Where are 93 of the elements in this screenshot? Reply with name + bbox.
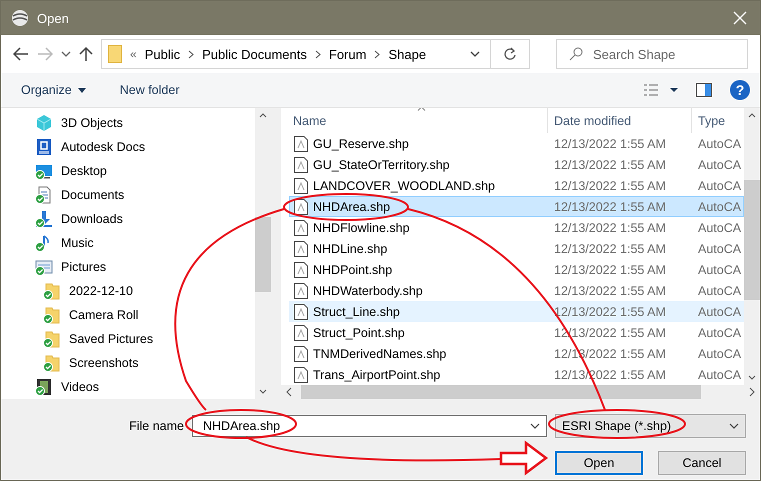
date-cell-text: 12/13/2022 1:55 AM [553, 242, 667, 256]
type-cell-text: AutoCA [697, 304, 742, 318]
sidebar-item[interactable]: 3D Objects [61, 116, 123, 130]
scroll-right-icon[interactable] [748, 387, 756, 397]
file-name[interactable]: NHDLine.shp [313, 242, 388, 256]
help-button[interactable]: ? [730, 80, 750, 100]
file-name[interactable]: LANDCOVER_WOODLAND.shp [313, 178, 495, 192]
overflow-chevron[interactable]: « [130, 47, 137, 61]
type-cell-text: AutoCA [697, 368, 742, 382]
breadcrumb-item[interactable]: Shape [388, 46, 426, 62]
file-icon [294, 136, 308, 152]
search-field[interactable]: Search Shape [556, 39, 748, 69]
file-name[interactable]: NHDFlowline.shp [313, 220, 410, 234]
chevron-right-icon [374, 50, 380, 58]
date-cell-text: 12/13/2022 1:55 AM [553, 158, 667, 172]
type-cell-text: AutoCA [697, 200, 742, 214]
type-cell-text: AutoCA [697, 284, 742, 298]
file-name[interactable]: NHDWaterbody.shp [313, 284, 423, 298]
date-cell-text: 12/13/2022 1:55 AM [553, 200, 667, 214]
file-icon [294, 240, 308, 256]
scrollbar[interactable] [744, 108, 760, 385]
file-icon [294, 346, 308, 362]
chevron-right-icon [314, 50, 321, 58]
horizontal-scrollbar[interactable] [281, 385, 760, 399]
file-icon [294, 198, 308, 214]
type-cell-text: AutoCA [697, 136, 742, 150]
file-icon [294, 220, 308, 236]
sidebar-item[interactable]: 2022-12-10 [69, 284, 133, 298]
breadcrumb-item[interactable]: Public [144, 46, 180, 62]
sidebar-item[interactable]: Videos [61, 380, 99, 394]
column-header[interactable]: Date modified [547, 108, 691, 133]
file-icon [294, 156, 308, 172]
block-arrow [498, 440, 549, 476]
date-cell-text: 12/13/2022 1:55 AM [553, 220, 667, 234]
file-icon [294, 282, 308, 298]
back-arrow-icon[interactable] [13, 47, 29, 61]
date-cell-text: 12/13/2022 1:55 AM [553, 284, 667, 298]
sidebar-item[interactable]: Saved Pictures [69, 332, 154, 346]
search-icon [569, 47, 583, 61]
date-cell-text: 12/13/2022 1:55 AM [553, 304, 667, 318]
column-header[interactable]: Name [289, 114, 547, 128]
type-cell-text: AutoCA [697, 326, 742, 340]
file-name[interactable]: GU_Reserve.shp [313, 136, 409, 150]
file-icon [294, 178, 308, 194]
preview-pane-icon[interactable] [696, 83, 712, 97]
sidebar-item[interactable]: Desktop [61, 164, 107, 178]
type-cell-text: AutoCA [697, 220, 742, 234]
date-cell-text: 12/13/2022 1:55 AM [553, 136, 667, 150]
file-name[interactable]: TNMDerivedNames.shp [313, 346, 446, 360]
type-cell-text: AutoCA [697, 346, 742, 360]
file-name[interactable]: Struct_Line.shp [313, 304, 400, 318]
file-name[interactable]: GU_StateOrTerritory.shp [313, 158, 450, 172]
new-folder-button[interactable]: New folder [112, 81, 188, 99]
caret-icon [78, 88, 86, 92]
scroll-left-icon[interactable] [285, 387, 293, 397]
open-button[interactable]: Open [555, 451, 643, 475]
chevron-right-icon [188, 50, 194, 58]
type-cell-text: AutoCA [697, 262, 742, 276]
file-name[interactable]: Trans_AirportPoint.shp [313, 368, 440, 382]
type-cell-text: AutoCA [697, 158, 742, 172]
sidebar-item[interactable]: Downloads [61, 212, 123, 226]
file-icon [294, 366, 308, 382]
file-icon [294, 262, 308, 278]
type-cell-text: AutoCA [697, 242, 742, 256]
globe-icon [11, 9, 29, 27]
chevron-down-icon[interactable] [61, 50, 71, 58]
file-name[interactable]: NHDPoint.shp [313, 262, 392, 276]
date-cell-text: 12/13/2022 1:55 AM [553, 262, 667, 276]
file-icon [294, 324, 308, 340]
file-name-field[interactable]: NHDArea.shp [192, 415, 547, 437]
breadcrumb-item[interactable]: Public Documents [202, 46, 307, 62]
address-bar[interactable]: « Public Public Documents Forum Shape [101, 39, 530, 69]
sidebar-item[interactable]: Pictures [61, 260, 106, 274]
file-icon [294, 304, 308, 320]
organize-menu[interactable]: Organize [13, 81, 94, 99]
date-cell-text: 12/13/2022 1:55 AM [553, 178, 667, 192]
chevron-down-icon[interactable] [530, 422, 540, 430]
sidebar-item[interactable]: Screenshots [69, 356, 138, 370]
sidebar-item[interactable]: Documents [61, 188, 124, 202]
sidebar-item[interactable]: Autodesk Docs [61, 140, 146, 154]
chevron-down-icon[interactable] [729, 422, 739, 430]
breadcrumb-item[interactable]: Forum [328, 46, 366, 62]
view-options-icon[interactable] [644, 84, 678, 96]
file-name-label: File name [128, 419, 184, 433]
sidebar-item[interactable]: Camera Roll [69, 308, 138, 322]
sidebar-item[interactable]: Music [61, 236, 94, 250]
file-name[interactable]: Struct_Point.shp [313, 326, 405, 340]
type-cell-text: AutoCA [697, 178, 742, 192]
cancel-button[interactable]: Cancel [658, 451, 746, 475]
folder-icon [108, 45, 122, 63]
up-arrow-icon[interactable] [79, 46, 93, 62]
window-title: Open [37, 10, 70, 26]
file-type-dropdown[interactable]: ESRI Shape (*.shp) [555, 414, 746, 438]
